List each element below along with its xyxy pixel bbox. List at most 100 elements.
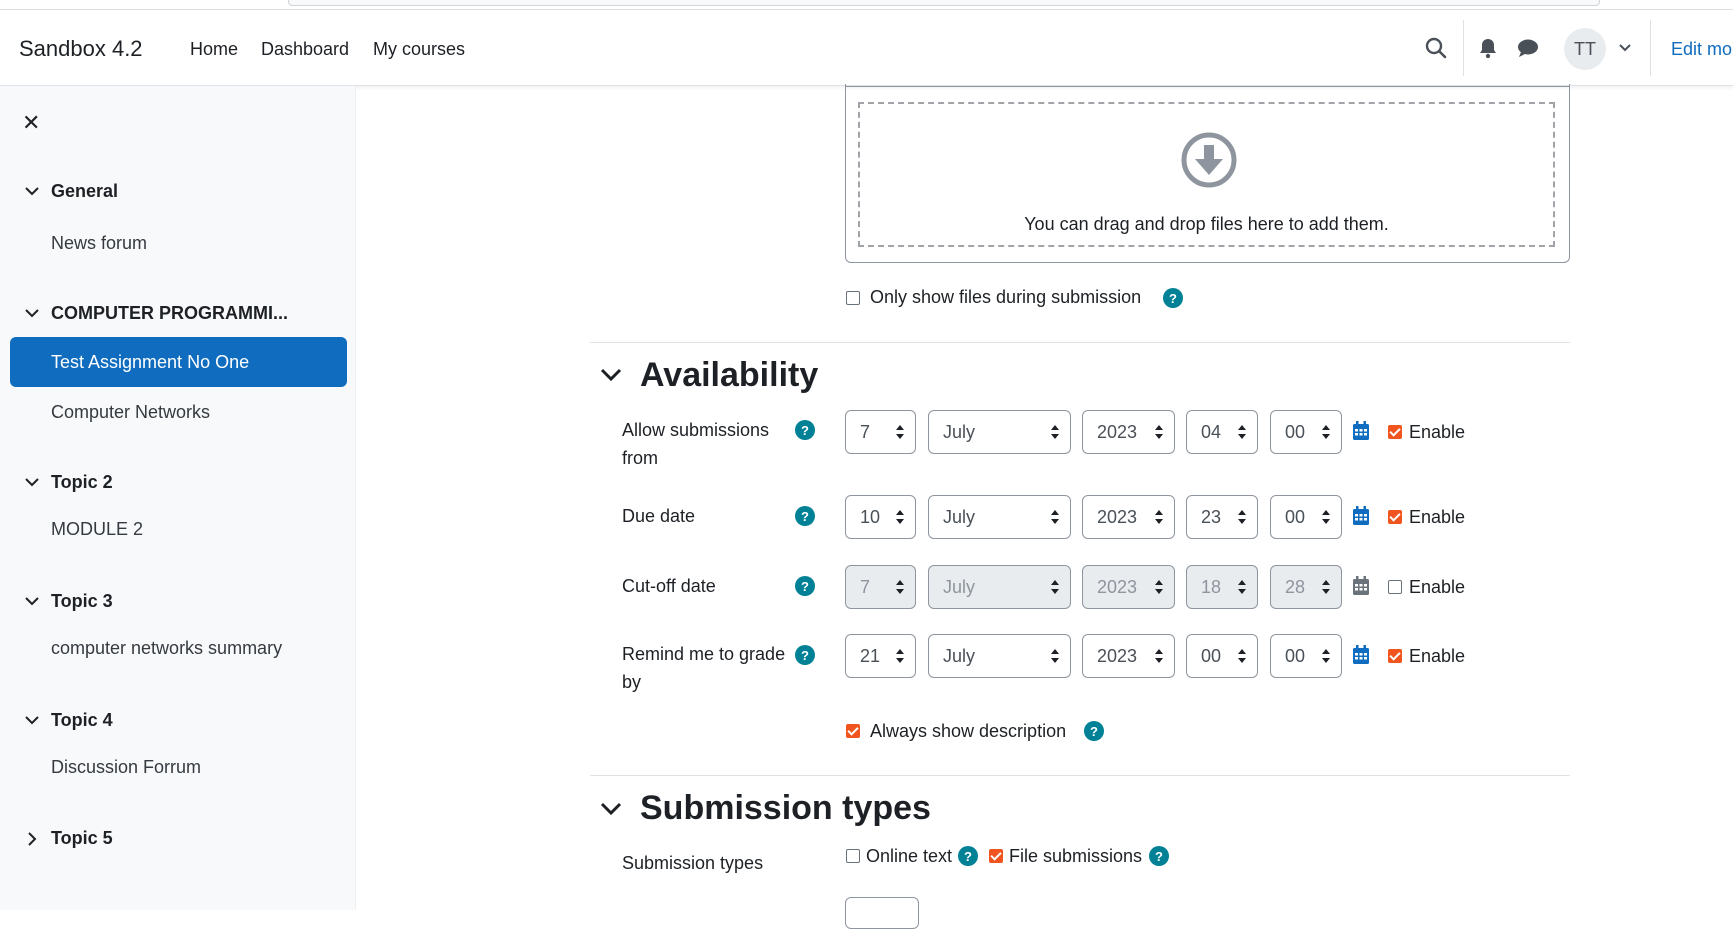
always-show-description-checkbox[interactable] (846, 724, 860, 738)
help-icon[interactable]: ? (1163, 288, 1183, 308)
file-submissions-checkbox[interactable] (989, 849, 1003, 863)
calendar-icon[interactable] (1352, 645, 1370, 670)
sort-arrows-icon (1238, 580, 1246, 594)
minute-select[interactable]: 00 (1270, 410, 1342, 454)
enable-checkbox[interactable] (1388, 580, 1402, 594)
site-brand[interactable]: Sandbox 4.2 (19, 36, 143, 62)
month-select[interactable]: July (928, 634, 1071, 678)
help-icon[interactable]: ? (795, 420, 815, 440)
chat-icon[interactable] (1513, 33, 1543, 63)
minute-select[interactable]: 00 (1270, 634, 1342, 678)
search-icon[interactable] (1421, 33, 1451, 63)
month-select: July (928, 565, 1071, 609)
chevron-down-icon (22, 187, 42, 196)
nav-dashboard-link[interactable]: Dashboard (261, 39, 349, 60)
submission-types-heading: Submission types (640, 789, 931, 827)
file-submissions-label: File submissions (1009, 846, 1143, 866)
enable-checkbox[interactable] (1388, 425, 1402, 439)
help-icon[interactable]: ? (795, 576, 815, 596)
chevron-down-icon[interactable] (1610, 33, 1640, 63)
day-select[interactable]: 7 (845, 410, 916, 454)
select-value: 18 (1201, 576, 1222, 597)
year-select[interactable]: 2023 (1082, 634, 1175, 678)
course-item-news-forum[interactable]: News forum (51, 233, 147, 254)
year-select[interactable]: 2023 (1082, 495, 1175, 539)
select-value: 21 (860, 645, 881, 666)
course-item-computer-networks[interactable]: Computer Networks (51, 402, 210, 423)
hour-select: 18 (1186, 565, 1258, 609)
calendar-icon (1352, 576, 1370, 601)
chevron-down-icon (22, 309, 42, 318)
course-item-test-assignment[interactable]: Test Assignment No One (10, 337, 347, 387)
nav-my-courses-link[interactable]: My courses (373, 39, 465, 60)
section-topic-5[interactable]: Topic 5 (22, 828, 113, 849)
file-dropzone[interactable]: You can drag and drop files here to add … (858, 102, 1555, 247)
sort-arrows-icon (1051, 510, 1059, 524)
sort-arrows-icon (1155, 510, 1163, 524)
help-icon[interactable]: ? (1149, 846, 1169, 866)
only-show-files-checkbox[interactable] (846, 291, 860, 305)
select-value: 2023 (1097, 506, 1138, 527)
enable-checkbox[interactable] (1388, 649, 1402, 663)
hour-select[interactable]: 04 (1186, 410, 1258, 454)
dropzone-message: You can drag and drop files here to add … (1024, 214, 1389, 234)
edit-mode-toggle[interactable]: Edit mo (1671, 39, 1732, 60)
address-bar[interactable] (288, 0, 1600, 6)
section-topic-2[interactable]: Topic 2 (22, 472, 113, 493)
select-value: 2023 (1097, 576, 1138, 597)
day-select[interactable]: 21 (845, 634, 916, 678)
section-topic-3[interactable]: Topic 3 (22, 591, 113, 612)
course-item-discussion-forum[interactable]: Discussion Forrum (51, 757, 201, 778)
nav-home-link[interactable]: Home (190, 39, 238, 60)
only-show-files-label: Only show files during submission (870, 287, 1142, 307)
section-computer-programming[interactable]: COMPUTER PROGRAMMI... (22, 303, 288, 324)
month-select[interactable]: July (928, 410, 1071, 454)
close-icon[interactable]: ✕ (22, 112, 40, 134)
allow-submissions-label-2: from (622, 448, 658, 468)
select-value: July (943, 645, 976, 666)
remind-grade-label-2: by (622, 672, 642, 692)
course-item-networks-summary[interactable]: computer networks summary (51, 638, 282, 659)
navbar-divider (1463, 20, 1464, 76)
bell-icon[interactable] (1473, 33, 1503, 63)
help-icon[interactable]: ? (795, 645, 815, 665)
enable-label: Enable (1409, 646, 1466, 666)
day-select[interactable]: 10 (845, 495, 916, 539)
enable-label: Enable (1409, 577, 1466, 597)
select-value: July (943, 506, 976, 527)
partial-input[interactable] (845, 897, 919, 929)
course-index-drawer: ✕ General News forum COMPUTER PROGRAMMI.… (0, 86, 356, 910)
sort-arrows-icon (1155, 649, 1163, 663)
calendar-icon[interactable] (1352, 506, 1370, 531)
minute-select: 28 (1270, 565, 1342, 609)
browser-strip (0, 0, 1733, 10)
select-value: 00 (1285, 506, 1306, 527)
chevron-down-icon (22, 478, 42, 487)
chevron-down-icon[interactable] (600, 368, 622, 387)
chevron-down-icon[interactable] (600, 802, 622, 821)
remind-grade-label: Remind me to grade (622, 644, 786, 664)
section-topic-4[interactable]: Topic 4 (22, 710, 113, 731)
sort-arrows-icon (1322, 510, 1330, 524)
hour-select[interactable]: 00 (1186, 634, 1258, 678)
online-text-checkbox[interactable] (846, 849, 860, 863)
online-text-label: Online text (866, 846, 953, 866)
user-avatar[interactable]: TT (1564, 28, 1606, 70)
calendar-icon[interactable] (1352, 421, 1370, 446)
section-general[interactable]: General (22, 181, 118, 202)
month-select[interactable]: July (928, 495, 1071, 539)
help-icon[interactable]: ? (1084, 721, 1104, 741)
help-icon[interactable]: ? (958, 846, 978, 866)
enable-checkbox[interactable] (1388, 510, 1402, 524)
course-item-module-2[interactable]: MODULE 2 (51, 519, 143, 540)
chevron-right-icon (22, 831, 42, 846)
submission-types-label: Submission types (622, 853, 764, 873)
section-title: COMPUTER PROGRAMMI... (51, 303, 288, 323)
year-select[interactable]: 2023 (1082, 410, 1175, 454)
availability-heading: Availability (640, 356, 819, 394)
select-value: July (943, 421, 976, 442)
help-icon[interactable]: ? (795, 506, 815, 526)
minute-select[interactable]: 00 (1270, 495, 1342, 539)
enable-label: Enable (1409, 507, 1466, 527)
hour-select[interactable]: 23 (1186, 495, 1258, 539)
